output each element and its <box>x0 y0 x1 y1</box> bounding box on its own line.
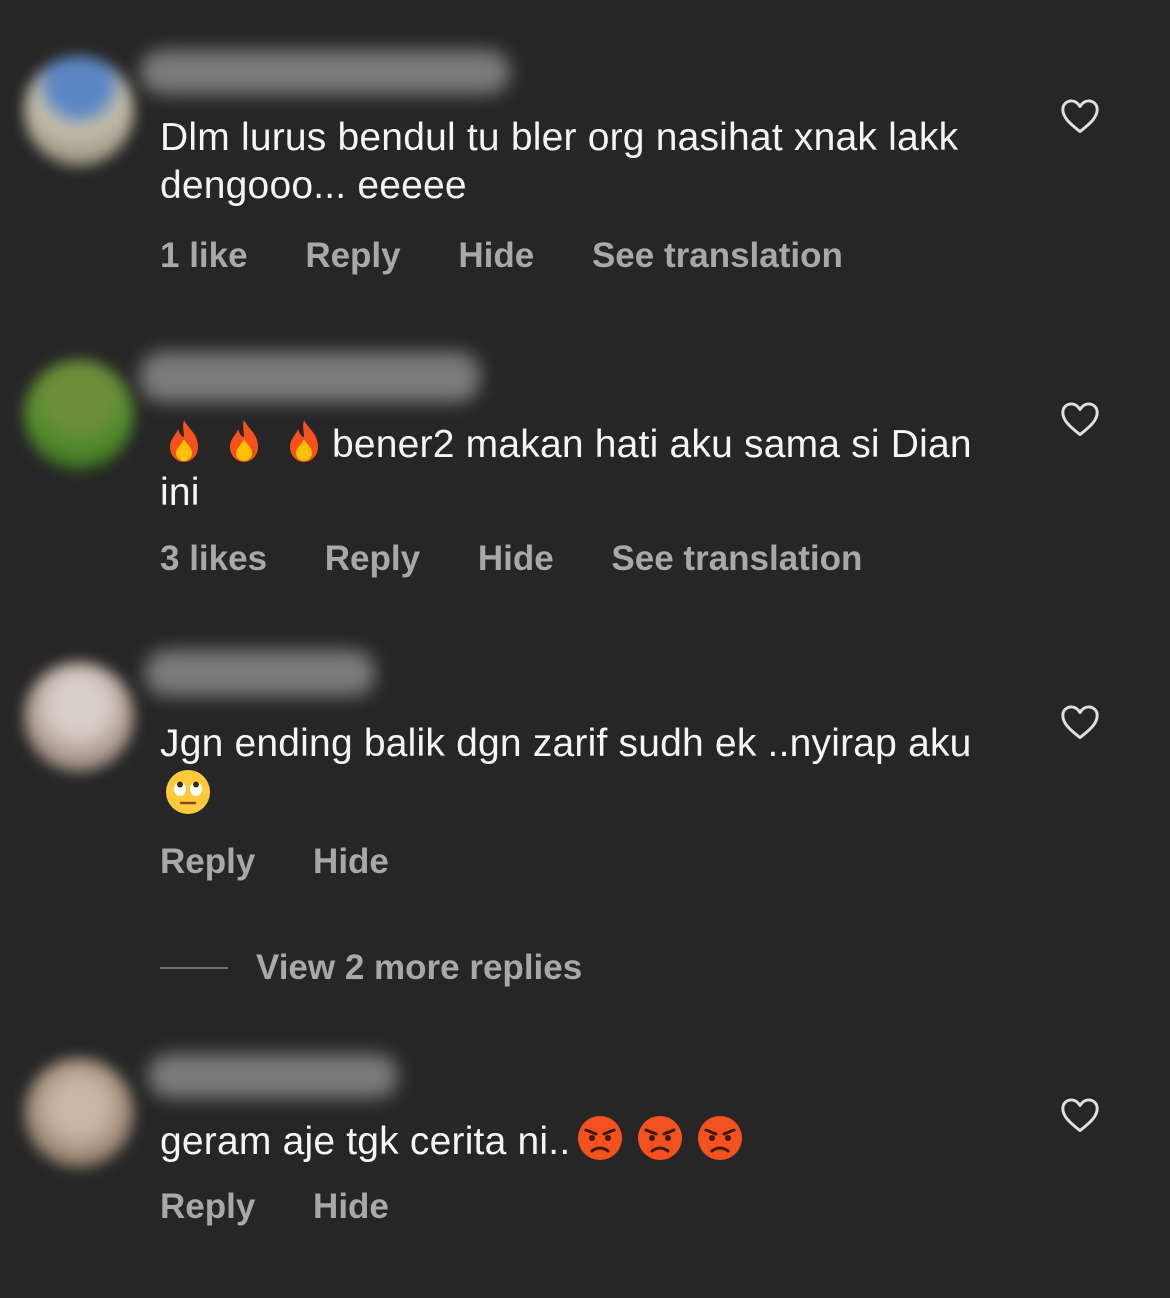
angry-emoji <box>578 1116 623 1160</box>
heart-icon[interactable] <box>1060 1097 1100 1133</box>
angry-emoji <box>638 1116 683 1160</box>
view-more-replies-button[interactable]: View 2 more replies <box>160 948 582 996</box>
fire-emoji <box>290 420 318 462</box>
replies-divider-line <box>160 967 228 969</box>
heart-icon[interactable] <box>1060 704 1100 740</box>
view-more-replies-label: View 2 more replies <box>256 948 583 987</box>
hide-button[interactable]: Hide <box>313 1187 389 1227</box>
comment-actions: 3 likes Reply Hide See translation <box>160 539 910 579</box>
username-blurred[interactable] <box>145 650 375 696</box>
comment-actions: 1 like Reply Hide See translation <box>160 236 891 276</box>
comment-actions: Reply Hide <box>160 842 437 882</box>
eye-roll-emoji <box>166 770 210 814</box>
fire-emoji <box>230 420 258 462</box>
comment-text-body: Jgn ending balik dgn zarif sudh ek ..nyi… <box>160 722 972 765</box>
likes-count[interactable]: 1 like <box>160 236 248 276</box>
avatar[interactable] <box>24 56 134 166</box>
comment-actions: Reply Hide <box>160 1187 437 1227</box>
avatar[interactable] <box>24 662 134 772</box>
comment-text: bener2 makan hati aku sama si Dian ini <box>160 417 1000 517</box>
reply-button[interactable]: Reply <box>305 236 400 276</box>
reply-button[interactable]: Reply <box>160 842 255 882</box>
hide-button[interactable]: Hide <box>313 842 389 882</box>
hide-button[interactable]: Hide <box>478 539 554 579</box>
username-blurred[interactable] <box>140 50 510 94</box>
angry-emoji <box>698 1116 743 1160</box>
hide-button[interactable]: Hide <box>458 236 534 276</box>
reply-button[interactable]: Reply <box>160 1187 255 1227</box>
likes-count[interactable]: 3 likes <box>160 539 267 579</box>
avatar[interactable] <box>24 1058 134 1168</box>
username-blurred[interactable] <box>140 352 480 402</box>
avatar[interactable] <box>24 360 134 470</box>
username-blurred[interactable] <box>148 1054 398 1098</box>
comment-text: Jgn ending balik dgn zarif sudh ek ..nyi… <box>160 720 1000 820</box>
heart-icon[interactable] <box>1060 401 1100 437</box>
see-translation-button[interactable]: See translation <box>611 539 862 579</box>
reply-button[interactable]: Reply <box>325 539 420 579</box>
comment-text: Dlm lurus bendul tu bler org nasihat xna… <box>160 116 959 207</box>
comment-text-body: geram aje tgk cerita ni.. <box>160 1120 571 1163</box>
fire-emoji <box>170 420 198 462</box>
comment-text: geram aje tgk cerita ni.. <box>160 1114 1000 1166</box>
heart-icon[interactable] <box>1060 98 1100 134</box>
see-translation-button[interactable]: See translation <box>592 236 843 276</box>
